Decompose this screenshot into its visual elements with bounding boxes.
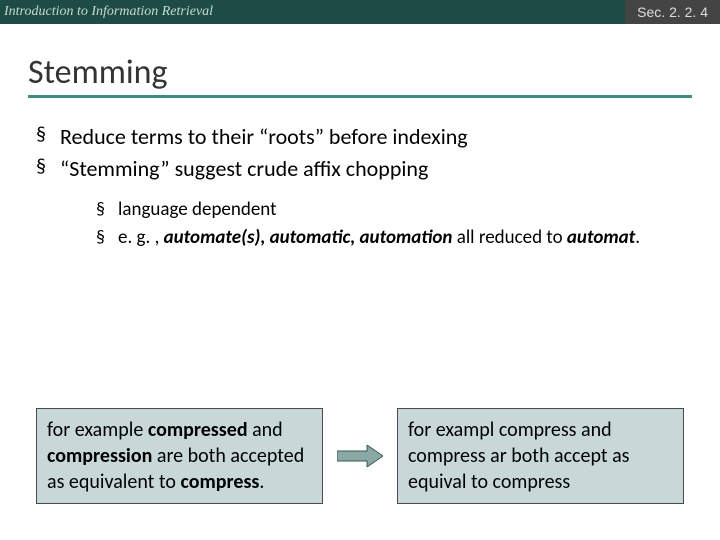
ex-left-pre: for example [47, 418, 148, 442]
bullet-2b-mid: all reduced to [452, 226, 566, 249]
ex-left-mid1: and [248, 418, 283, 442]
sub-bullet-list: language dependent e. g. , automate(s), … [60, 197, 684, 250]
ex-left-b1: compressed [148, 418, 248, 442]
bullet-2-text: “Stemming” suggest crude affix chopping [60, 155, 428, 182]
course-name: Introduction to Information Retrieval [0, 4, 213, 20]
title-area: Stemming [0, 24, 720, 102]
slide-title: Stemming [28, 52, 692, 93]
example-right-box: for exampl compress and compress ar both… [397, 408, 684, 504]
bullet-2b: e. g. , automate(s), automatic, automati… [96, 225, 684, 251]
bullet-2b-em: automate(s), automatic, automation [164, 226, 453, 249]
bullet-2: “Stemming” suggest crude affix chopping … [36, 154, 684, 251]
bullet-2b-em2: automat [567, 226, 635, 249]
ex-left-b3: compress [180, 470, 259, 494]
bullet-2b-pre: e. g. , [118, 226, 164, 249]
example-row: for example compressed and compression a… [36, 408, 684, 504]
ex-left-b2: compression [47, 444, 152, 468]
section-label: Sec. 2. 2. 4 [625, 0, 720, 24]
example-left-box: for example compressed and compression a… [36, 408, 323, 504]
slide-content: Reduce terms to their “roots” before ind… [0, 102, 720, 251]
bullet-2b-post: . [635, 226, 640, 249]
header-bar: Introduction to Information Retrieval Se… [0, 0, 720, 24]
bullet-1: Reduce terms to their “roots” before ind… [36, 122, 684, 152]
bullet-list: Reduce terms to their “roots” before ind… [36, 122, 684, 251]
title-underline [28, 95, 692, 98]
arrow-icon [337, 445, 383, 467]
ex-left-post: . [259, 470, 264, 494]
bullet-2a: language dependent [96, 197, 684, 223]
